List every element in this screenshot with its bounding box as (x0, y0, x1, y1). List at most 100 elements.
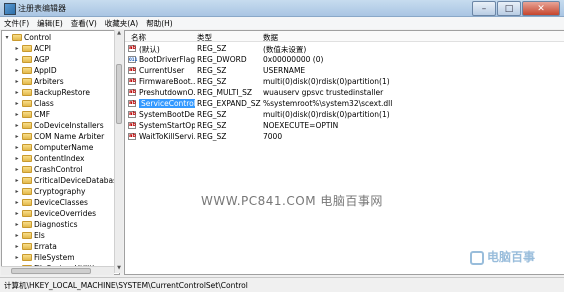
menu-file[interactable]: 文件(F) (0, 17, 33, 29)
list-row[interactable]: abSystemStartOp...REG_SZ NOEXECUTE=OPTIN (125, 120, 564, 131)
tree-item[interactable]: ▸ FileSystem (14, 252, 74, 263)
expand-icon[interactable]: ▸ (14, 122, 20, 129)
expand-icon[interactable]: ▸ (14, 199, 20, 206)
maximize-button[interactable]: □ (497, 1, 521, 16)
expand-icon[interactable]: ▸ (14, 133, 20, 140)
scroll-thumb[interactable] (116, 64, 122, 124)
tree-horizontal-scrollbar[interactable] (1, 266, 114, 275)
menu-edit[interactable]: 编辑(E) (33, 17, 67, 29)
close-button[interactable]: ✕ (522, 1, 560, 16)
tree-item[interactable]: ▸ AppID (14, 65, 56, 76)
tree-item-root[interactable]: ▾ Control (4, 32, 51, 43)
tree-item[interactable]: ▸ Class (14, 98, 54, 109)
menu-help[interactable]: 帮助(H) (142, 17, 177, 29)
list-row[interactable]: ab WaitToKillServi... REG_SZ 7000 (125, 131, 564, 142)
watermark: WWW.PC841.COM 电脑百事网 (201, 194, 383, 208)
reg-string-icon: ab (128, 67, 136, 74)
tree-item-label: Class (34, 99, 54, 108)
tree-item[interactable]: ▸ Els (14, 230, 45, 241)
folder-icon (22, 210, 32, 217)
list-row[interactable]: ab FirmwareBoot... REG_SZ multi(0)disk(0)rd… (125, 76, 564, 87)
list-row[interactable]: ab PreshutdownO... REG_MULTI_SZ wuauserv gp… (125, 87, 564, 98)
expand-icon[interactable]: ▸ (14, 177, 20, 184)
window-title: 注册表编辑器 (18, 4, 66, 13)
tree-item[interactable]: ▸ CoDeviceInstallers (14, 120, 103, 131)
value-type: REG_SZ (197, 66, 227, 75)
list-row[interactable]: abSystemBootDe...REG_SZ multi(0)disk(0)rd… (125, 109, 564, 120)
reg-string-icon: ab (128, 122, 136, 129)
tree-item[interactable]: ▸ BackupRestore (14, 87, 89, 98)
value-data: 7000 (263, 132, 283, 141)
folder-icon (22, 243, 32, 250)
folder-icon (22, 144, 32, 151)
tree-item-label: DeviceOverrides (34, 209, 97, 218)
folder-icon (22, 56, 32, 63)
hscroll-thumb[interactable] (11, 268, 91, 274)
expand-icon[interactable]: ▸ (14, 155, 20, 162)
tree-item-label: Els (34, 231, 45, 240)
expand-icon[interactable]: ▸ (14, 100, 20, 107)
site-logo: 电脑百事 (470, 248, 535, 265)
tree-item[interactable]: ▸ Cryptography (14, 186, 85, 197)
tree-vertical-scrollbar[interactable]: ▲ ▼ (114, 30, 123, 273)
reg-string-icon: ab (128, 111, 136, 118)
value-name-text: WaitToKillServi... (139, 132, 195, 141)
list-row[interactable]: ab CurrentUser REG_SZ USERNAME (125, 65, 564, 76)
minimize-button[interactable]: – (472, 1, 496, 16)
tree-item-label: CMF (34, 110, 51, 119)
expand-icon[interactable]: ▸ (14, 254, 20, 261)
tree-item[interactable]: ▸ ComputerName (14, 142, 93, 153)
tree-item[interactable]: ▸ Errata (14, 241, 56, 252)
regedit-icon (4, 3, 16, 15)
tree-item[interactable]: ▸ COM Name Arbiter (14, 131, 104, 142)
value-type: REG_DWORD (197, 55, 247, 64)
tree-item-label: COM Name Arbiter (34, 132, 105, 141)
scroll-down-icon[interactable]: ▼ (115, 265, 123, 273)
list-row[interactable]: ab (默认) REG_SZ (数值未设置) (125, 43, 564, 54)
expand-icon[interactable]: ▸ (14, 243, 20, 250)
value-type: REG_SZ (197, 110, 227, 119)
tree-item[interactable]: ▸ DeviceOverrides (14, 208, 96, 219)
column-name-header[interactable]: 名称 (131, 32, 146, 43)
value-name: FirmwareBoot... (139, 77, 195, 86)
column-data-header[interactable]: 数据 (263, 32, 278, 43)
tree-item[interactable]: ▸ DeviceClasses (14, 197, 87, 208)
expand-icon[interactable]: ▸ (14, 144, 20, 151)
expand-icon[interactable]: ▸ (14, 67, 20, 74)
list-row[interactable]: abServiceControl...REG_EXPAND_SZ%systemr… (125, 98, 564, 109)
folder-icon (22, 166, 32, 173)
column-type-header[interactable]: 类型 (197, 32, 212, 43)
reg-string-icon: ab (128, 100, 136, 107)
value-name: BootDriverFlags (139, 55, 195, 64)
folder-icon (22, 254, 32, 261)
expand-icon[interactable]: ▸ (14, 111, 20, 118)
expand-icon[interactable]: ▸ (14, 166, 20, 173)
tree-item[interactable]: ▸ CrashControl (14, 164, 83, 175)
expand-icon[interactable]: ▸ (14, 78, 20, 85)
tree-item[interactable]: ▸ AGP (14, 54, 49, 65)
tree-item-label: ContentIndex (34, 154, 85, 163)
list-row[interactable]: 011 BootDriverFlags REG_DWORD 0x00000000 (0… (125, 54, 564, 65)
expand-icon[interactable]: ▸ (14, 221, 20, 228)
collapse-icon[interactable]: ▾ (4, 34, 10, 41)
expand-icon[interactable]: ▸ (14, 188, 20, 195)
tree-item[interactable]: ▸ Diagnostics (14, 219, 77, 230)
expand-icon[interactable]: ▸ (14, 56, 20, 63)
tree-item-label: CrashControl (34, 165, 83, 174)
menu-favorites[interactable]: 收藏夹(A) (101, 17, 142, 29)
values-list[interactable]: 名称 类型 数据 ab (默认) REG_SZ (数值未设置) 011 BootDrive… (124, 30, 564, 275)
tree-item[interactable]: ▸ Arbiters (14, 76, 63, 87)
expand-icon[interactable]: ▸ (14, 45, 20, 52)
tree-item[interactable]: ▸ ContentIndex (14, 153, 84, 164)
folder-icon (22, 67, 32, 74)
expand-icon[interactable]: ▸ (14, 89, 20, 96)
expand-icon[interactable]: ▸ (14, 210, 20, 217)
tree-item[interactable]: ▸ ACPI (14, 43, 51, 54)
folder-icon (22, 177, 32, 184)
tree-item[interactable]: ▸ CMF (14, 109, 50, 120)
scroll-up-icon[interactable]: ▲ (115, 30, 123, 38)
tree-item[interactable]: ▸ CriticalDeviceDatabase (14, 175, 119, 186)
registry-tree[interactable]: ▾ Control ▸ ACPI ▸ AGP ▸ AppID ▸ Arbiters ▸ BackupR… (1, 30, 120, 275)
expand-icon[interactable]: ▸ (14, 232, 20, 239)
menu-view[interactable]: 查看(V) (67, 17, 101, 29)
